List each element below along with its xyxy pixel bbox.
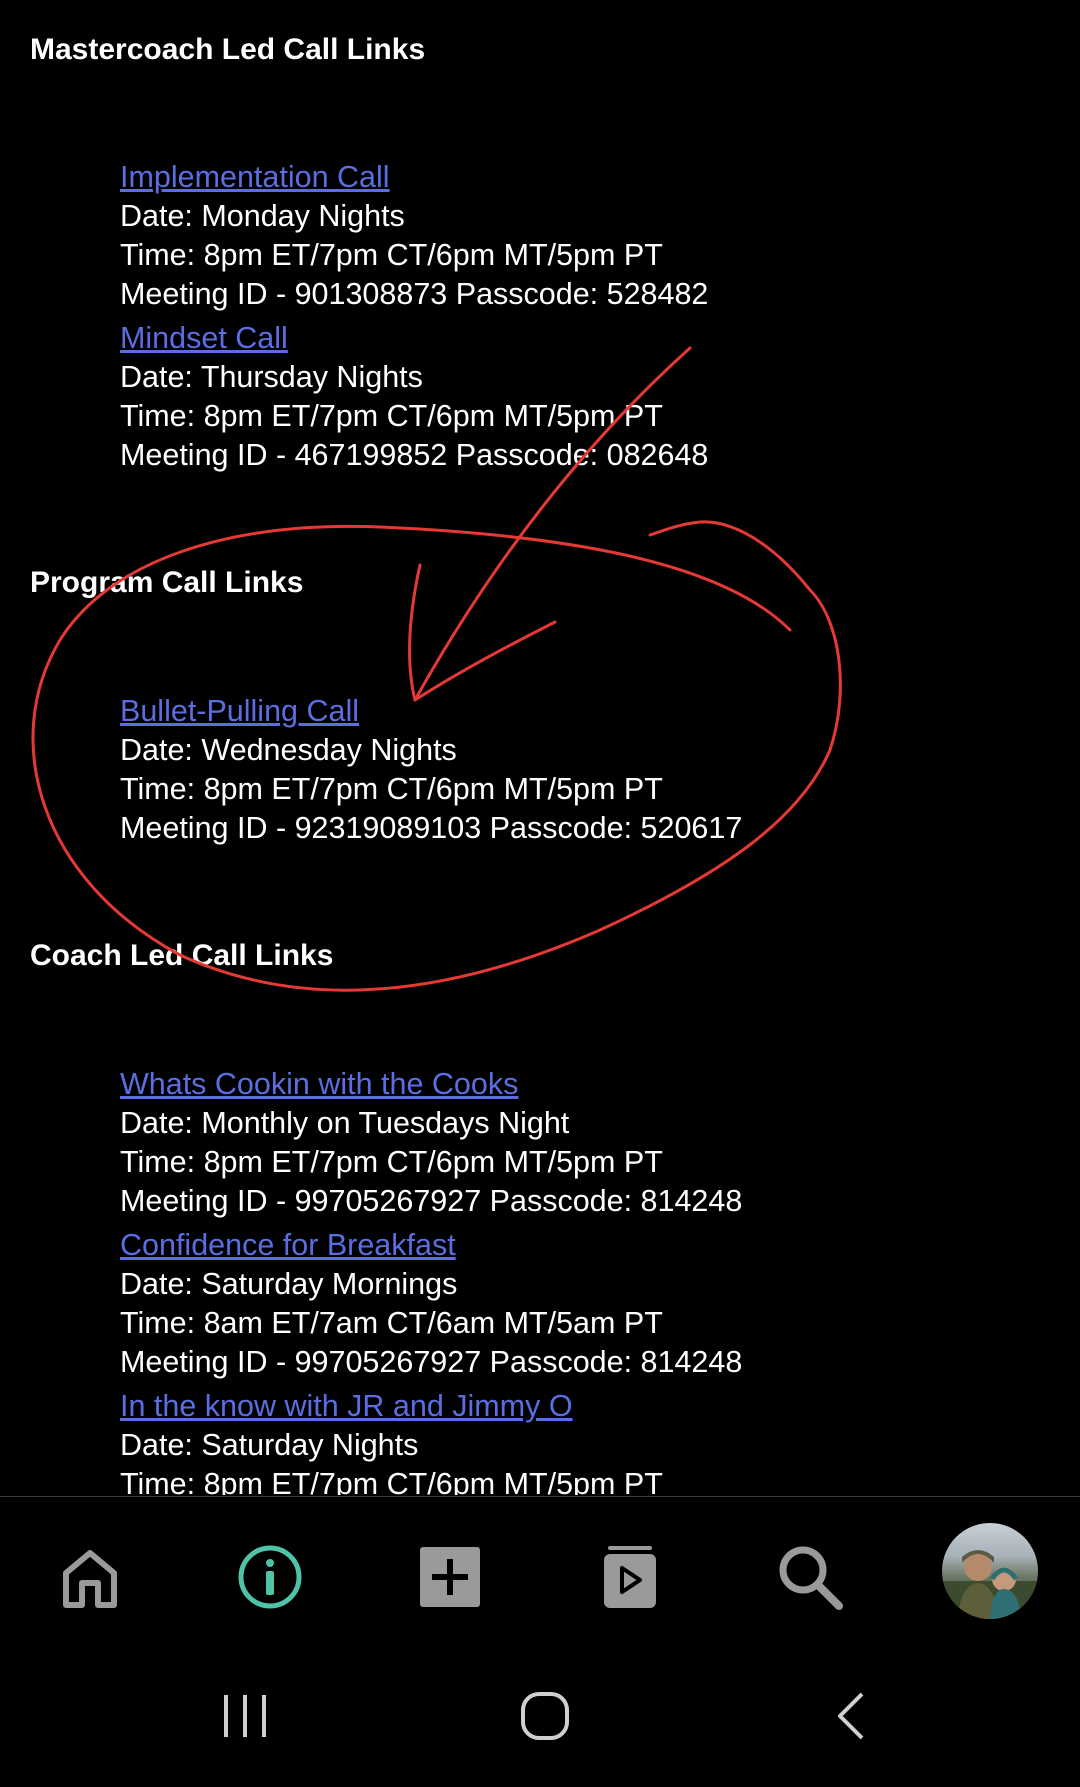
- back-icon: [838, 1692, 864, 1740]
- nav-search-button[interactable]: [770, 1537, 850, 1617]
- video-library-icon: [604, 1546, 656, 1608]
- whats-cookin-call-link[interactable]: Whats Cookin with the Cooks: [120, 1065, 742, 1104]
- in-the-know-link[interactable]: In the know with JR and Jimmy O: [120, 1387, 663, 1426]
- bottom-nav-bar: [0, 1496, 1080, 1647]
- call-meeting-id: Meeting ID - 467199852 Passcode: 082648: [120, 438, 709, 472]
- nav-info-button[interactable]: [230, 1537, 310, 1617]
- section-title-mastercoach: Mastercoach Led Call Links: [30, 33, 426, 66]
- confidence-for-breakfast-link[interactable]: Confidence for Breakfast: [120, 1226, 742, 1265]
- home-icon: [63, 1550, 117, 1608]
- content-area: Mastercoach Led Call Links Implementatio…: [0, 0, 1080, 1495]
- section-title-coach: Coach Led Call Links: [30, 939, 334, 972]
- profile-avatar[interactable]: [942, 1523, 1038, 1619]
- call-date: Date: Thursday Nights: [120, 360, 423, 394]
- call-time: Time: 8am ET/7am CT/6am MT/5am PT: [120, 1306, 663, 1340]
- call-time: Time: 8pm ET/7pm CT/6pm MT/5pm PT: [120, 399, 663, 433]
- search-icon: [779, 1546, 843, 1610]
- recent-apps-icon: [224, 1695, 266, 1737]
- call-date: Date: Monthly on Tuesdays Night: [120, 1106, 570, 1140]
- call-time: Time: 8pm ET/7pm CT/6pm MT/5pm PT: [120, 772, 663, 806]
- avatar-photo: [942, 1550, 1038, 1619]
- call-date: Date: Saturday Nights: [120, 1428, 419, 1462]
- annotation-arrow-head: [408, 563, 557, 702]
- call-entry: Bullet-Pulling Call Date: Wednesday Nigh…: [120, 692, 742, 848]
- add-icon: [420, 1547, 480, 1607]
- call-meeting-id: Meeting ID - 99705267927 Passcode: 81424…: [120, 1345, 743, 1379]
- call-date: Date: Saturday Mornings: [120, 1267, 458, 1301]
- nav-add-button[interactable]: [410, 1537, 490, 1617]
- call-meeting-id: Meeting ID - 92319089103 Passcode: 52061…: [120, 811, 743, 845]
- section-title-program: Program Call Links: [30, 566, 304, 599]
- nav-home-button[interactable]: [50, 1537, 130, 1617]
- call-entry: Confidence for Breakfast Date: Saturday …: [120, 1226, 742, 1382]
- call-time: Time: 8pm ET/7pm CT/6pm MT/5pm PT: [120, 1145, 663, 1179]
- call-entry: Implementation Call Date: Monday Nights …: [120, 158, 708, 314]
- call-date: Date: Wednesday Nights: [120, 733, 457, 767]
- recent-apps-button[interactable]: [200, 1686, 290, 1746]
- nav-video-library-button[interactable]: [590, 1537, 670, 1617]
- mindset-call-link[interactable]: Mindset Call: [120, 319, 708, 358]
- call-entry: Whats Cookin with the Cooks Date: Monthl…: [120, 1065, 742, 1221]
- back-button[interactable]: [805, 1686, 895, 1746]
- bullet-pulling-call-link[interactable]: Bullet-Pulling Call: [120, 692, 742, 731]
- call-time: Time: 8pm ET/7pm CT/6pm MT/5pm PT: [120, 238, 663, 272]
- call-entry: In the know with JR and Jimmy O Date: Sa…: [120, 1387, 663, 1495]
- home-circle-icon: [521, 1692, 569, 1740]
- call-meeting-id: Meeting ID - 99705267927 Passcode: 81424…: [120, 1184, 743, 1218]
- call-meeting-id: Meeting ID - 901308873 Passcode: 528482: [120, 277, 709, 311]
- implementation-call-link[interactable]: Implementation Call: [120, 158, 708, 197]
- info-icon: [238, 1545, 302, 1609]
- call-date: Date: Monday Nights: [120, 199, 405, 233]
- call-time: Time: 8pm ET/7pm CT/6pm MT/5pm PT: [120, 1467, 663, 1495]
- call-entry: Mindset Call Date: Thursday Nights Time:…: [120, 319, 708, 475]
- system-nav-bar: [0, 1646, 1080, 1787]
- system-home-button[interactable]: [500, 1686, 590, 1746]
